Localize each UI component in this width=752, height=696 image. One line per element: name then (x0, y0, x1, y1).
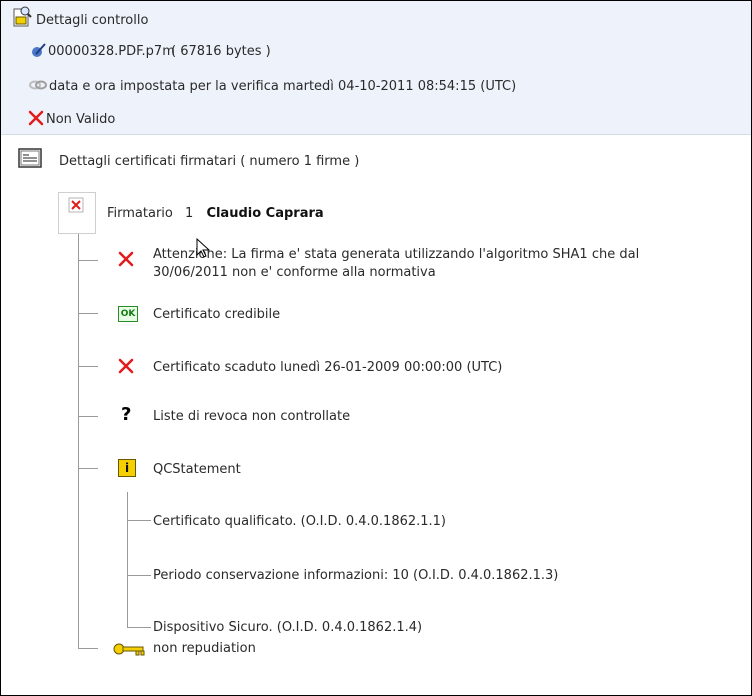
tree-main-line (78, 232, 79, 649)
qc-item-1: Certificato qualificato. (O.I.D. 0.4.0.1… (153, 514, 447, 529)
expired-certificate-text: Certificato scaduto lunedì 26-01-2009 00… (153, 360, 503, 375)
qc-branch (127, 520, 151, 521)
key-icon (113, 643, 145, 656)
tree-branch (78, 313, 98, 314)
ok-badge-icon: OK (118, 306, 138, 322)
qc-item-2: Periodo conservazione informazioni: 10 (… (153, 568, 559, 583)
tree-branch (78, 648, 98, 649)
tree-branch (78, 366, 98, 367)
info-icon: i (118, 459, 136, 477)
expired-x-icon (118, 358, 134, 374)
link-icon (29, 80, 47, 90)
question-icon: ? (121, 404, 132, 425)
signer-invalid-icon (68, 197, 84, 213)
tree-branch (78, 416, 98, 417)
file-name: 00000328.PDF.p7m (48, 44, 175, 59)
signer-label: Firmatario 1 Claudio Caprara (107, 206, 324, 221)
credible-certificate-text: Certificato credibile (153, 307, 281, 322)
invalid-icon (28, 110, 44, 126)
warning-line-2: 30/06/2011 non e' conforme alla normativ… (153, 265, 436, 280)
mouse-cursor-icon (196, 238, 210, 258)
signer-prefix: Firmatario (107, 206, 173, 221)
qcstatement-title: QCStatement (153, 462, 241, 477)
qc-tree-line (127, 492, 128, 627)
qc-branch (127, 627, 151, 628)
non-repudiation-text: non repudiation (153, 641, 256, 656)
revocation-text: Liste di revoca non controllate (153, 409, 351, 424)
verification-datetime: data e ora impostata per la verifica mar… (49, 79, 517, 94)
page-title: Dettagli controllo (36, 13, 149, 28)
certificates-header: Dettagli certificati firmatari ( numero … (59, 154, 360, 169)
warning-line-1: Attenzione: La firma e' stata generata u… (153, 247, 640, 262)
document-search-icon (13, 6, 32, 27)
tree-branch (78, 468, 98, 469)
warning-x-icon (118, 251, 134, 267)
validation-result: Non Valido (46, 112, 116, 127)
qc-branch (127, 575, 151, 576)
signer-number: 1 (185, 206, 194, 221)
tree-branch (78, 260, 98, 261)
file-size: ( 67816 bytes ) (171, 44, 271, 59)
qc-item-3: Dispositivo Sicuro. (O.I.D. 0.4.0.1862.1… (153, 620, 423, 635)
certificate-icon (18, 148, 42, 168)
file-icon (32, 43, 46, 57)
signer-name: Claudio Caprara (206, 206, 324, 221)
